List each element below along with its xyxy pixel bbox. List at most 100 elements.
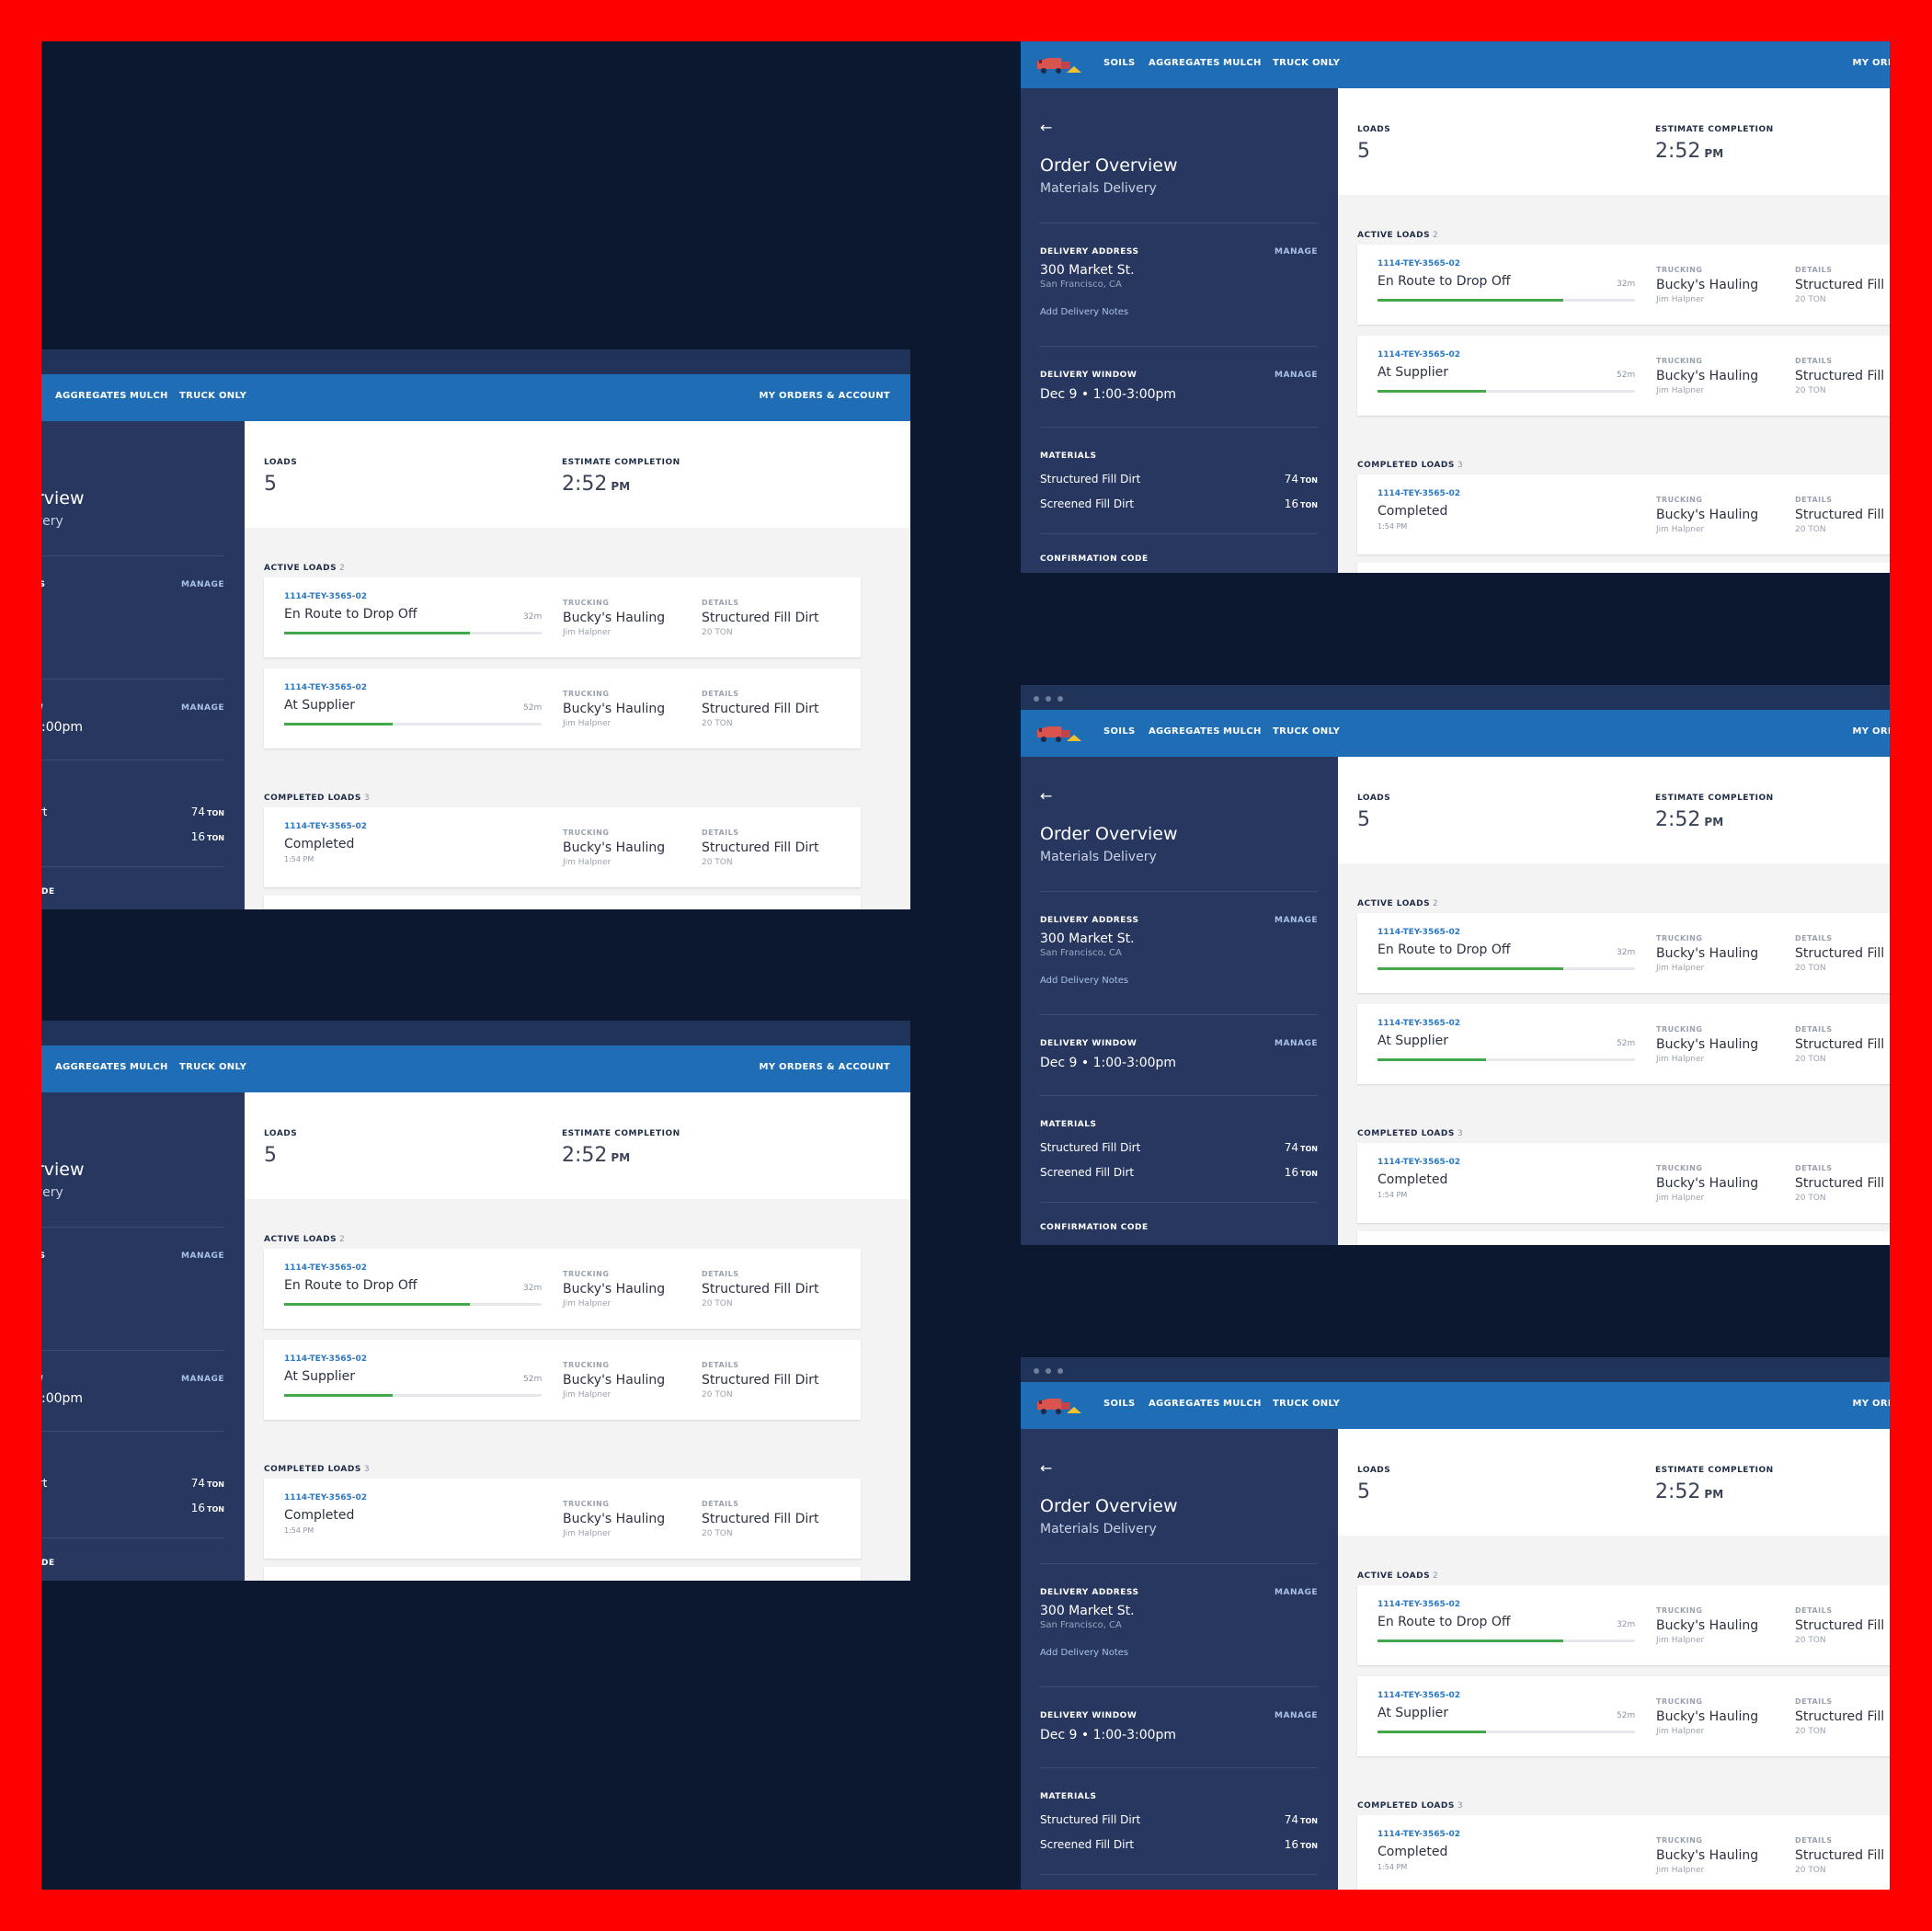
load-id[interactable]: 1114-TEY-3565-02 (1378, 928, 1460, 937)
nav-mulch[interactable]: MULCH (1223, 58, 1262, 68)
load-id[interactable]: 1114-TEY-3565-02 (1378, 489, 1460, 498)
completed-load-card[interactable]: 1114-TEY-3565-02 Completed 1:54 PM TRUCK… (1357, 474, 1890, 554)
active-load-card[interactable]: 1114-TEY-3565-02 En Route to Drop Off 32… (264, 577, 861, 657)
summary-bar: LOADS 5 ESTIMATE COMPLETION 2:52 PM (1338, 1429, 1890, 1536)
manage-window-button[interactable]: MANAGE (1275, 1711, 1318, 1720)
trucking-company: Bucky's Hauling (1656, 278, 1759, 292)
add-delivery-notes-link[interactable]: Add Delivery Notes (1040, 976, 1128, 986)
manage-window-button[interactable]: MANAGE (181, 703, 224, 713)
add-delivery-notes-link[interactable]: Add Delivery Notes (1040, 1648, 1128, 1658)
nav-aggregates[interactable]: AGGREGATES (55, 1062, 127, 1072)
load-id[interactable]: 1114-TEY-3565-02 (1378, 1019, 1460, 1028)
manage-address-button[interactable]: MANAGE (1275, 247, 1318, 257)
completed-load-card[interactable]: 1114-TEY-3565-02 Completed 1:54 PM TRUCK… (1357, 1815, 1890, 1890)
nav-mulch[interactable]: MULCH (130, 1062, 168, 1072)
nav-aggregates[interactable]: AGGREGATES (1149, 1399, 1220, 1409)
load-id[interactable]: 1114-TEY-3565-02 (1378, 1158, 1460, 1167)
load-id[interactable]: 1114-TEY-3565-02 (284, 592, 367, 601)
window-dot-icon[interactable] (1046, 1368, 1051, 1374)
arrow-left-icon[interactable]: ← (1040, 787, 1052, 805)
load-id[interactable]: 1114-TEY-3565-02 (284, 1354, 367, 1364)
nav-truck-only[interactable]: TRUCK ONLY (1273, 726, 1340, 737)
load-id[interactable]: 1114-TEY-3565-02 (284, 683, 367, 692)
nav-aggregates[interactable]: AGGREGATES (1149, 726, 1220, 737)
details-label: DETAILS (1795, 496, 1833, 504)
divider (1040, 1202, 1318, 1203)
nav-account[interactable]: MY ORDERS & ACCOUNT (759, 391, 890, 401)
completed-load-card[interactable] (264, 1567, 861, 1581)
active-load-card[interactable]: 1114-TEY-3565-02 At Supplier 52m TRUCKIN… (264, 1340, 861, 1420)
load-id[interactable]: 1114-TEY-3565-02 (284, 1493, 367, 1503)
completed-load-card[interactable]: 1114-TEY-3565-02 Completed 1:54 PM TRUCK… (1357, 1143, 1890, 1223)
nav-truck-only[interactable]: TRUCK ONLY (179, 1062, 246, 1072)
window-dot-icon[interactable] (1057, 1368, 1063, 1374)
nav-truck-only[interactable]: TRUCK ONLY (1273, 58, 1340, 68)
nav-mulch[interactable]: MULCH (1223, 726, 1262, 737)
load-id[interactable]: 1114-TEY-3565-02 (1378, 1691, 1460, 1700)
trucking-label: TRUCKING (563, 599, 610, 607)
load-id[interactable]: 1114-TEY-3565-02 (284, 822, 367, 831)
load-id[interactable]: 1114-TEY-3565-02 (1378, 350, 1460, 360)
nav-account[interactable]: MY ORDERS & ACCOUNT (759, 1062, 890, 1072)
truck-logo-icon[interactable] (1034, 49, 1081, 80)
delivery-window-value: Dec 9 • 1:00-3:00pm (1040, 387, 1177, 402)
load-id[interactable]: 1114-TEY-3565-02 (1378, 259, 1460, 269)
load-id[interactable]: 1114-TEY-3565-02 (1378, 1600, 1460, 1609)
truck-logo-icon[interactable] (1034, 1389, 1081, 1421)
nav-soils[interactable]: SOILS (1103, 1399, 1136, 1409)
load-material: Structured Fill Dirt (1795, 1037, 1890, 1052)
arrow-left-icon[interactable]: ← (1040, 119, 1052, 136)
completed-load-card[interactable] (1357, 563, 1890, 573)
load-eta: 52m (1617, 1039, 1636, 1048)
manage-address-button[interactable]: MANAGE (181, 1251, 224, 1261)
active-load-card[interactable]: 1114-TEY-3565-02 En Route to Drop Off 32… (1357, 245, 1890, 325)
nav-account[interactable]: MY ORDERS & ACCOUNT (1852, 726, 1890, 737)
window-dot-icon[interactable] (1046, 696, 1051, 702)
add-delivery-notes-link[interactable]: Add Delivery Notes (1040, 307, 1128, 317)
window-dot-icon[interactable] (1057, 696, 1063, 702)
load-eta: 52m (523, 1375, 543, 1384)
manage-address-button[interactable]: MANAGE (1275, 1588, 1318, 1597)
nav-mulch[interactable]: MULCH (130, 391, 168, 401)
trucking-label: TRUCKING (1656, 1164, 1703, 1172)
nav-truck-only[interactable]: TRUCK ONLY (179, 391, 246, 401)
manage-window-button[interactable]: MANAGE (1275, 371, 1318, 380)
nav-soils[interactable]: SOILS (41, 1062, 42, 1072)
load-amount: 20 TON (702, 628, 733, 637)
arrow-left-icon[interactable]: ← (1040, 1459, 1052, 1477)
manage-address-button[interactable]: MANAGE (1275, 916, 1318, 925)
manage-window-button[interactable]: MANAGE (181, 1375, 224, 1384)
active-load-card[interactable]: 1114-TEY-3565-02 At Supplier 52m TRUCKIN… (1357, 1004, 1890, 1084)
load-status: En Route to Drop Off (1378, 274, 1511, 289)
nav-truck-only[interactable]: TRUCK ONLY (1273, 1399, 1340, 1409)
active-load-card[interactable]: 1114-TEY-3565-02 En Route to Drop Off 32… (264, 1249, 861, 1329)
active-load-card[interactable]: 1114-TEY-3565-02 En Route to Drop Off 32… (1357, 913, 1890, 993)
order-main: LOADS 5 ESTIMATE COMPLETION 2:52 PM ACTIV… (1338, 1429, 1890, 1890)
active-load-card[interactable]: 1114-TEY-3565-02 At Supplier 52m TRUCKIN… (1357, 1676, 1890, 1756)
loads-value: 5 (1357, 140, 1370, 163)
nav-soils[interactable]: SOILS (1103, 726, 1136, 737)
truck-logo-icon[interactable] (1034, 717, 1081, 748)
manage-address-button[interactable]: MANAGE (181, 580, 224, 589)
nav-aggregates[interactable]: AGGREGATES (1149, 58, 1220, 68)
trucking-label: TRUCKING (1656, 1025, 1703, 1034)
active-load-card[interactable]: 1114-TEY-3565-02 At Supplier 52m TRUCKIN… (1357, 336, 1890, 416)
nav-aggregates[interactable]: AGGREGATES (55, 391, 127, 401)
window-dot-icon[interactable] (1034, 1368, 1039, 1374)
nav-soils[interactable]: SOILS (1103, 58, 1136, 68)
window-dot-icon[interactable] (1034, 696, 1039, 702)
manage-window-button[interactable]: MANAGE (1275, 1039, 1318, 1048)
nav-account[interactable]: MY ORDERS & ACCOUNT (1852, 58, 1890, 68)
nav-mulch[interactable]: MULCH (1223, 1399, 1262, 1409)
active-load-card[interactable]: 1114-TEY-3565-02 At Supplier 52m TRUCKIN… (264, 668, 861, 748)
completed-load-card[interactable] (264, 896, 861, 909)
completed-load-card[interactable]: 1114-TEY-3565-02 Completed 1:54 PM TRUCK… (264, 807, 861, 887)
load-id[interactable]: 1114-TEY-3565-02 (284, 1263, 367, 1273)
nav-account[interactable]: MY ORDERS & ACCOUNT (1852, 1399, 1890, 1409)
active-load-card[interactable]: 1114-TEY-3565-02 En Route to Drop Off 32… (1357, 1585, 1890, 1665)
nav-soils[interactable]: SOILS (41, 391, 42, 401)
completed-load-card[interactable] (1357, 1231, 1890, 1245)
completed-load-card[interactable]: 1114-TEY-3565-02 Completed 1:54 PM TRUCK… (264, 1479, 861, 1559)
load-amount: 20 TON (1795, 295, 1826, 304)
load-id[interactable]: 1114-TEY-3565-02 (1378, 1830, 1460, 1839)
